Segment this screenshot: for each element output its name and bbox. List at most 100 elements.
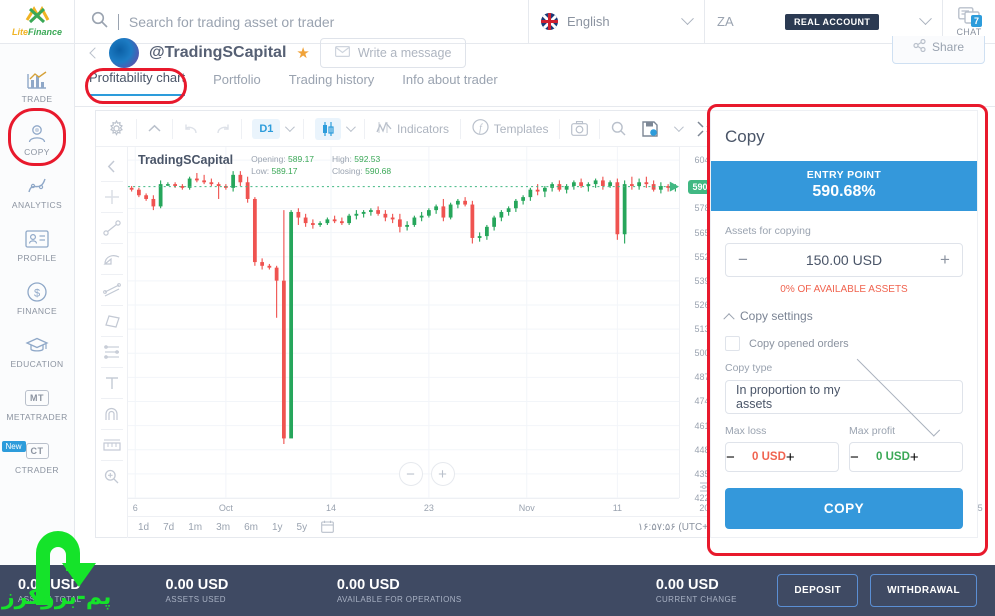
- crosshair-tool-icon[interactable]: [96, 182, 128, 212]
- time-tick-label: 11: [612, 503, 623, 513]
- app-root: LiteFinance English ZA REAL ACCOUNT: [0, 0, 995, 616]
- zoom-tool-icon[interactable]: [96, 461, 128, 491]
- copy-type-select[interactable]: In proportion to my assets: [725, 352, 963, 436]
- tab-bar-divider: [75, 106, 995, 107]
- brand-lite: Lite: [11, 27, 28, 37]
- collapse-toolbar-button[interactable]: [140, 112, 169, 146]
- max-loss-stepper[interactable]: − 0 USD +: [725, 442, 839, 472]
- search-input[interactable]: [128, 13, 528, 30]
- write-message-button[interactable]: Write a message: [319, 38, 467, 68]
- zoom-out-button[interactable]: −: [398, 462, 423, 486]
- copy-opened-orders-checkbox[interactable]: [725, 336, 740, 351]
- chart-bars-icon: [25, 69, 49, 91]
- available-assets-note: 0% OF AVAILABLE ASSETS: [780, 284, 908, 295]
- trend-line-tool-icon[interactable]: [96, 213, 128, 243]
- sidebar-item-finance[interactable]: $ FINANCE: [0, 272, 75, 325]
- candlestick-icon: [315, 117, 342, 140]
- arc-tool-icon[interactable]: [96, 399, 128, 429]
- entry-point-label: ENTRY POINT: [806, 169, 882, 181]
- time-axis[interactable]: 6Oct1423Nov1120Dec162025: [128, 498, 983, 516]
- fibonacci-tool-icon[interactable]: [96, 337, 128, 367]
- timeframe-selector[interactable]: D1: [244, 112, 300, 146]
- share-icon: [913, 38, 926, 55]
- assets-amount-stepper[interactable]: − 150.00 USD +: [725, 243, 963, 277]
- share-label: Share: [931, 40, 964, 54]
- chart-open-low: Opening: 589.17 Low: 589.17: [251, 153, 314, 177]
- polygon-tool-icon[interactable]: [96, 306, 128, 336]
- sidebar-label: EDUCATION: [10, 359, 64, 369]
- toolbar-divider: [559, 118, 561, 139]
- assets-decrement-button[interactable]: −: [726, 244, 760, 276]
- timeframe-1y[interactable]: 1y: [272, 522, 283, 533]
- timeframe-7d[interactable]: 7d: [163, 522, 174, 533]
- tab-portfolio[interactable]: Portfolio: [213, 72, 261, 96]
- max-loss-increment-button[interactable]: +: [786, 449, 812, 466]
- copy-opened-orders-label: Copy opened orders: [749, 337, 849, 350]
- calendar-icon[interactable]: [321, 520, 334, 536]
- sidebar-item-copy[interactable]: COPY: [0, 113, 75, 166]
- chart-ohlc-info: TradingSCapital Opening: 589.17 Low: 589…: [138, 153, 391, 177]
- max-profit-increment-button[interactable]: +: [910, 449, 936, 466]
- plot-area[interactable]: TradingSCapital Opening: 589.17 Low: 589…: [128, 147, 983, 538]
- chart-type-selector[interactable]: [307, 112, 361, 146]
- undo-button[interactable]: [176, 112, 207, 146]
- timeframe-6m[interactable]: 6m: [244, 522, 258, 533]
- parallel-channel-tool-icon[interactable]: [96, 275, 128, 305]
- tab-trading-history[interactable]: Trading history: [289, 72, 375, 96]
- snapshot-button[interactable]: [563, 112, 596, 146]
- save-options-button[interactable]: [666, 112, 689, 146]
- sidebar-item-ctrader[interactable]: New CT CTRADER: [0, 431, 75, 484]
- copy-settings-toggle[interactable]: Copy settings: [723, 309, 963, 325]
- max-profit-decrement-button[interactable]: −: [850, 449, 876, 466]
- max-loss-decrement-button[interactable]: −: [726, 449, 752, 466]
- sidebar-item-profile[interactable]: PROFILE: [0, 219, 75, 272]
- chat-icon: 7: [958, 6, 982, 27]
- chart-instrument-name: TradingSCapital: [138, 153, 234, 167]
- closing-label: Closing:: [332, 166, 363, 176]
- chart-search-button[interactable]: [603, 112, 634, 146]
- save-chart-button[interactable]: [634, 112, 666, 146]
- candlestick-canvas[interactable]: [128, 147, 679, 498]
- timeframe-5y[interactable]: 5y: [297, 522, 308, 533]
- collapse-drawing-tools-button[interactable]: [96, 151, 128, 181]
- assets-increment-button[interactable]: +: [928, 244, 962, 276]
- assets-amount-value[interactable]: 150.00 USD: [760, 252, 928, 268]
- max-loss-group: Max loss − 0 USD +: [725, 425, 839, 472]
- favorite-star-icon[interactable]: ★: [296, 44, 309, 62]
- share-button[interactable]: Share: [891, 36, 985, 64]
- current-change-label: CURRENT CHANGE: [655, 595, 737, 604]
- copy-opened-orders-row[interactable]: Copy opened orders: [725, 336, 963, 351]
- withdrawal-button[interactable]: WITHDRAWAL: [870, 574, 977, 607]
- timeframe-1m[interactable]: 1m: [188, 522, 202, 533]
- max-loss-value[interactable]: 0 USD: [752, 451, 786, 463]
- uk-flag-icon: [541, 13, 558, 30]
- redo-button[interactable]: [207, 112, 238, 146]
- chart-settings-button[interactable]: [100, 112, 133, 146]
- back-arrow-icon[interactable]: [89, 47, 101, 59]
- copy-panel-title: Copy: [725, 127, 765, 146]
- text-tool-icon[interactable]: [96, 368, 128, 398]
- tab-profitability-chart[interactable]: Profitability chart: [89, 70, 186, 96]
- real-account-badge: REAL ACCOUNT: [785, 14, 880, 30]
- timeframe-3m[interactable]: 3m: [216, 522, 230, 533]
- status-available-operations: 0.00 USD AVAILABLE FOR OPERATIONS: [337, 577, 656, 604]
- measure-tool-icon[interactable]: [96, 430, 128, 460]
- entry-point-value: 590.68%: [812, 183, 876, 200]
- curve-tool-icon[interactable]: [96, 244, 128, 274]
- sidebar-item-trade[interactable]: TRADE: [0, 60, 75, 113]
- assets-used-label: ASSETS USED: [165, 595, 226, 604]
- sidebar-item-metatrader[interactable]: MT METATRADER: [0, 378, 75, 431]
- templates-button[interactable]: f Templates: [464, 112, 557, 146]
- copy-submit-button[interactable]: COPY: [725, 488, 963, 529]
- sidebar-item-education[interactable]: EDUCATION: [0, 325, 75, 378]
- brand-logo[interactable]: LiteFinance: [0, 0, 75, 43]
- chat-label: CHAT: [956, 26, 982, 37]
- deposit-button[interactable]: DEPOSIT: [777, 574, 859, 607]
- tab-info-about-trader[interactable]: Info about trader: [402, 72, 497, 96]
- sidebar-item-analytics[interactable]: ANALYTICS: [0, 166, 75, 219]
- max-profit-value[interactable]: 0 USD: [876, 451, 910, 463]
- timeframe-1d[interactable]: 1d: [138, 522, 149, 533]
- indicators-button[interactable]: Indicators: [368, 112, 457, 146]
- zoom-in-button[interactable]: +: [430, 462, 455, 486]
- max-profit-stepper[interactable]: − 0 USD +: [849, 442, 963, 472]
